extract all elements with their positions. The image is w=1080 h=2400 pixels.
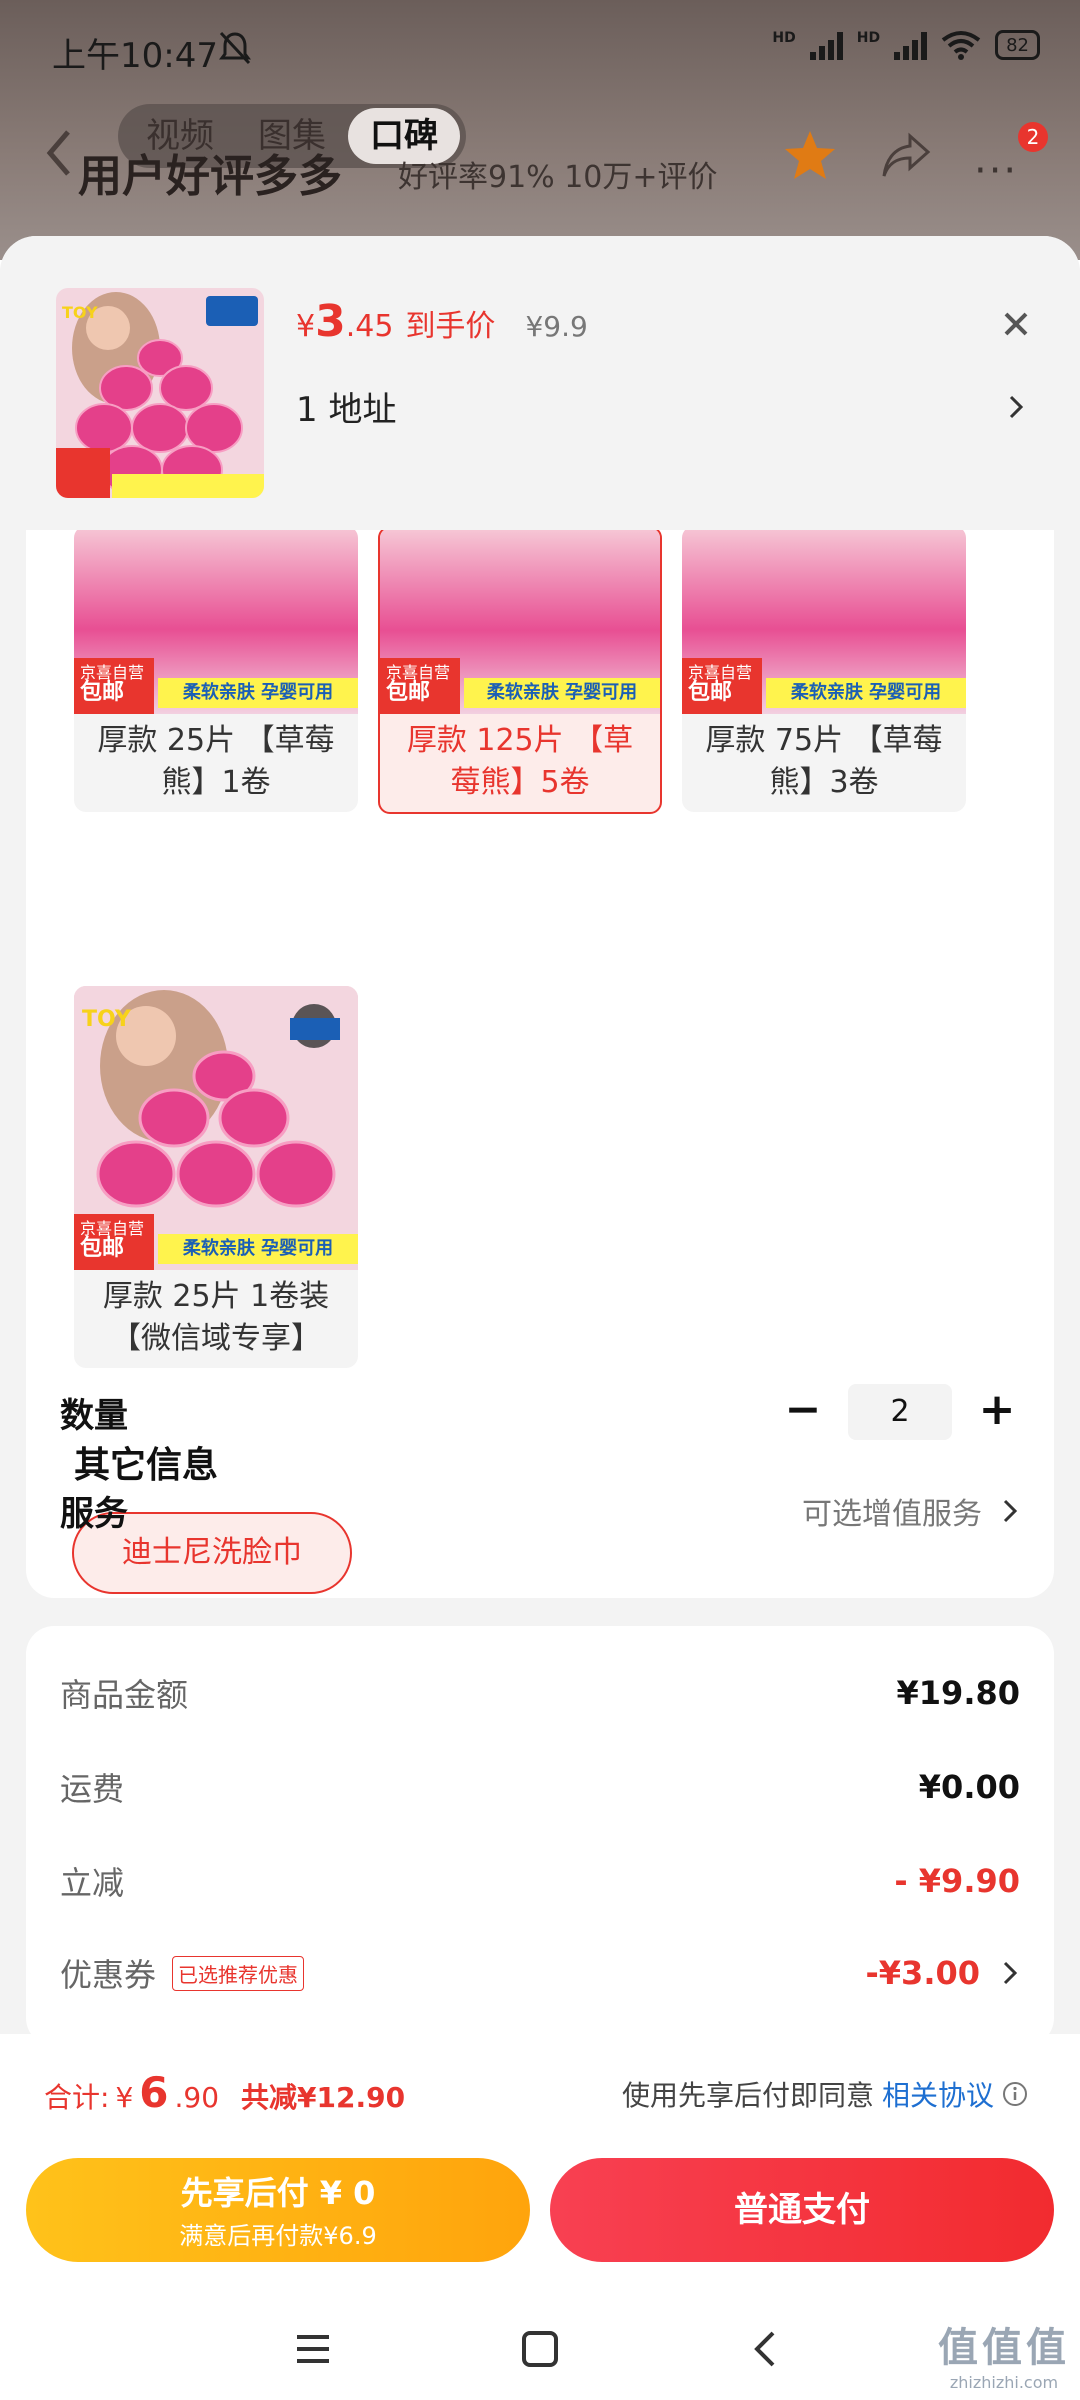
bill-summary: 商品金额 ¥19.80 运费 ¥0.00 立减 - ¥9.90 优惠券 已选推荐…: [26, 1626, 1054, 2046]
discount-value: - ¥9.90: [894, 1862, 1020, 1900]
product-thumbnail: TOY: [56, 288, 264, 498]
agreement-prefix: 使用先享后付即同意: [621, 2079, 874, 2112]
price-row: ¥3.45 到手价 ¥9.9: [296, 296, 588, 347]
quantity-label: 数量: [60, 1395, 128, 1436]
coupon-tag: 已选推荐优惠: [172, 1955, 305, 1991]
agreement-text: 使用先享后付即同意 相关协议: [622, 2074, 1028, 2114]
wifi-icon: [941, 31, 981, 60]
total-saved: 共减¥12.90: [241, 2081, 406, 2114]
chevron-right-icon: [1003, 1499, 1018, 1522]
pay-later-sublabel: 满意后再付款¥6.9: [179, 2222, 377, 2250]
more-icon[interactable]: ···: [974, 148, 1018, 194]
original-price: ¥9.9: [525, 310, 588, 343]
sheet-header: TOY ¥3.45 到手价 ¥9.9 1 地址: [0, 236, 1080, 530]
agreement-link[interactable]: 相关协议: [882, 2074, 994, 2114]
option-label: 厚款 125片 【草莓熊】5卷: [406, 723, 634, 800]
pay-later-button[interactable]: 先享后付 ¥ 0 满意后再付款¥6.9: [26, 2158, 530, 2262]
background-subtitle: 好评率91% 10万+评价: [398, 160, 718, 195]
jd-tag: 京喜自营 包邮: [682, 658, 762, 714]
service-label: 服务: [60, 1494, 128, 1534]
back-icon[interactable]: [743, 2325, 791, 2373]
bill-row-discount: 立减 - ¥9.90: [60, 1858, 1020, 1904]
decrease-button[interactable]: −: [780, 1388, 826, 1435]
coupon-label-group: 优惠券 已选推荐优惠: [60, 1950, 305, 1996]
signal-icon-2: [894, 30, 928, 60]
option-image: 京喜自营 包邮 柔软亲肤 孕婴可用: [682, 530, 966, 714]
soft-tag: 柔软亲肤 孕婴可用: [464, 678, 660, 708]
bill-row-goods: 商品金额 ¥19.80: [60, 1670, 1020, 1716]
total-dec: .90: [174, 2081, 220, 2114]
status-icons: HD HD 82: [772, 30, 1040, 60]
menu-icon[interactable]: [289, 2325, 337, 2373]
back-icon[interactable]: [44, 128, 74, 178]
svg-text:TOY: TOY: [62, 303, 98, 322]
quantity-input[interactable]: [848, 1384, 952, 1440]
increase-button[interactable]: +: [974, 1388, 1020, 1435]
total-row: 合计: ¥6.90 共减¥12.90: [44, 2068, 405, 2117]
jd-tag: 京喜自营 包邮: [74, 658, 154, 714]
chevron-right-icon: [1003, 1961, 1018, 1985]
notification-badge: 2: [1018, 122, 1048, 152]
coupon-value-group: -¥3.00: [866, 1954, 1021, 1992]
option-label: 厚款 75片 【草莓熊】3卷: [705, 723, 943, 800]
soft-tag: 柔软亲肤 孕婴可用: [158, 678, 358, 708]
chevron-right-icon: [1009, 395, 1024, 418]
option-image: 京喜自营 包邮 柔软亲肤 孕婴可用: [74, 530, 358, 714]
shipping-value: ¥0.00: [918, 1768, 1020, 1806]
shipping-label: 运费: [60, 1770, 125, 1808]
current-price: ¥3.45: [296, 296, 394, 347]
hd-label-2: HD: [856, 30, 881, 46]
goods-amount-value: ¥19.80: [896, 1674, 1020, 1712]
system-nav-bar: [0, 2298, 1080, 2400]
background-title: 用户好评多多: [78, 151, 342, 202]
price-tag: 到手价: [405, 309, 496, 344]
discount-label: 立减: [60, 1864, 125, 1902]
service-row[interactable]: 服务 可选增值服务: [60, 1486, 1020, 1535]
info-icon[interactable]: [1002, 2081, 1028, 2107]
option-card[interactable]: TOY 京喜自营 包邮 柔软亲肤 孕婴可用 厚款 25片 1卷装【微信域专享】: [74, 986, 358, 1368]
total-currency: ¥: [115, 2081, 134, 2114]
close-icon[interactable]: [988, 296, 1044, 352]
star-icon[interactable]: [782, 128, 838, 184]
total-label: 合计:: [44, 2081, 110, 2114]
home-icon[interactable]: [516, 2325, 564, 2373]
watermark-logo: 值值值: [938, 2325, 1070, 2371]
share-icon[interactable]: [880, 132, 932, 180]
option-card-selected[interactable]: 京喜自营 包邮 柔软亲肤 孕婴可用 厚款 125片 【草莓熊】5卷: [378, 530, 662, 814]
jd-tag: 京喜自营 包邮: [380, 658, 460, 714]
status-time: 上午10:47: [52, 36, 218, 76]
soft-tag: 柔软亲肤 孕婴可用: [158, 1234, 358, 1264]
option-image: TOY 京喜自营 包邮 柔软亲肤 孕婴可用: [74, 986, 358, 1270]
address-row[interactable]: 1 地址: [296, 382, 1026, 431]
address-text: 1 地址: [296, 390, 397, 430]
option-image: 京喜自营 包邮 柔软亲肤 孕婴可用: [380, 530, 660, 714]
watermark: 值值值 zhizhizhi.com: [938, 2315, 1070, 2392]
service-selector: 可选增值服务: [802, 1489, 1020, 1533]
coupon-label: 优惠券: [60, 1956, 157, 1994]
hd-label: HD: [772, 30, 796, 46]
watermark-url: zhizhizhi.com: [949, 2373, 1059, 2392]
option-card[interactable]: 京喜自营 包邮 柔软亲肤 孕婴可用 厚款 75片 【草莓熊】3卷: [682, 530, 966, 812]
jd-tag: 京喜自营 包邮: [74, 1214, 154, 1270]
quantity-stepper: − +: [780, 1384, 1020, 1440]
svg-text:TOY: TOY: [82, 1007, 132, 1032]
quantity-row: 数量 − +: [60, 1372, 1020, 1452]
option-label: 厚款 25片 【草莓熊】1卷: [97, 723, 335, 800]
coupon-value: -¥3.00: [865, 1954, 981, 1992]
bill-row-coupon[interactable]: 优惠券 已选推荐优惠 -¥3.00: [60, 1950, 1020, 1996]
bell-muted-icon: [219, 31, 251, 65]
status-bar: 上午10:47 HD HD 82: [0, 0, 1080, 96]
checkout-footer: 合计: ¥6.90 共减¥12.90 使用先享后付即同意 相关协议 先享后付 ¥…: [0, 2034, 1080, 2400]
service-value: 可选增值服务: [802, 1496, 982, 1532]
battery-indicator: 82: [995, 30, 1040, 60]
option-label: 厚款 25片 1卷装【微信域专享】: [102, 1279, 330, 1356]
pay-later-label: 先享后付 ¥ 0: [180, 2174, 376, 2212]
normal-pay-button[interactable]: 普通支付: [550, 2158, 1054, 2262]
signal-icon: [809, 30, 843, 60]
option-card[interactable]: 京喜自营 包邮 柔软亲肤 孕婴可用 厚款 25片 【草莓熊】1卷: [74, 530, 358, 812]
soft-tag: 柔软亲肤 孕婴可用: [766, 678, 966, 708]
bill-row-shipping: 运费 ¥0.00: [60, 1764, 1020, 1810]
total-int: 6: [139, 2068, 169, 2117]
goods-amount-label: 商品金额: [60, 1676, 189, 1714]
